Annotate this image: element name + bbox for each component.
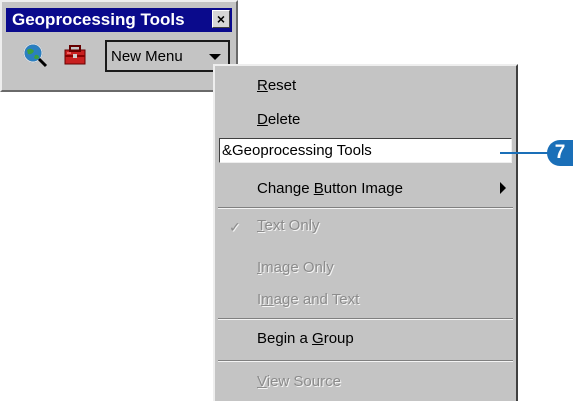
callout-badge: 7 [547, 140, 573, 166]
menu-separator [218, 360, 513, 362]
toolbar-titlebar[interactable]: Geoprocessing Tools × [6, 8, 232, 32]
check-icon: ✓ [229, 219, 241, 235]
menu-item-change-button-image[interactable]: Change Button Image [257, 180, 403, 197]
dropdown-arrow-icon [209, 54, 221, 60]
menu-item-text-only[interactable]: Text Only [257, 217, 320, 234]
toolbox-icon[interactable] [62, 42, 88, 68]
toolbar-title: Geoprocessing Tools [12, 10, 185, 29]
menu-separator [218, 318, 513, 320]
callout-number: 7 [554, 142, 566, 163]
geoprocessing-toolbar: Geoprocessing Tools × New Menu [0, 0, 238, 92]
menu-separator [218, 207, 513, 209]
menu-item-image-and-text[interactable]: Image and Text [257, 291, 359, 308]
callout-line [500, 152, 550, 154]
new-menu-label: New Menu [111, 48, 183, 65]
menu-name-field[interactable] [219, 138, 512, 163]
globe-search-icon[interactable] [22, 42, 48, 68]
menu-item-delete[interactable]: Delete [257, 111, 300, 128]
menu-item-view-source[interactable]: View Source [257, 373, 341, 390]
menu-item-image-only[interactable]: Image Only [257, 259, 334, 276]
close-button[interactable]: × [212, 10, 230, 28]
close-icon: × [216, 11, 226, 27]
menu-item-begin-group[interactable]: Begin a Group [257, 330, 354, 347]
context-menu: Reset Delete Change Button Image ✓ Text … [213, 64, 518, 401]
new-menu-button[interactable]: New Menu [105, 40, 230, 72]
menu-item-reset[interactable]: Reset [257, 77, 296, 94]
submenu-arrow-icon [500, 182, 506, 194]
